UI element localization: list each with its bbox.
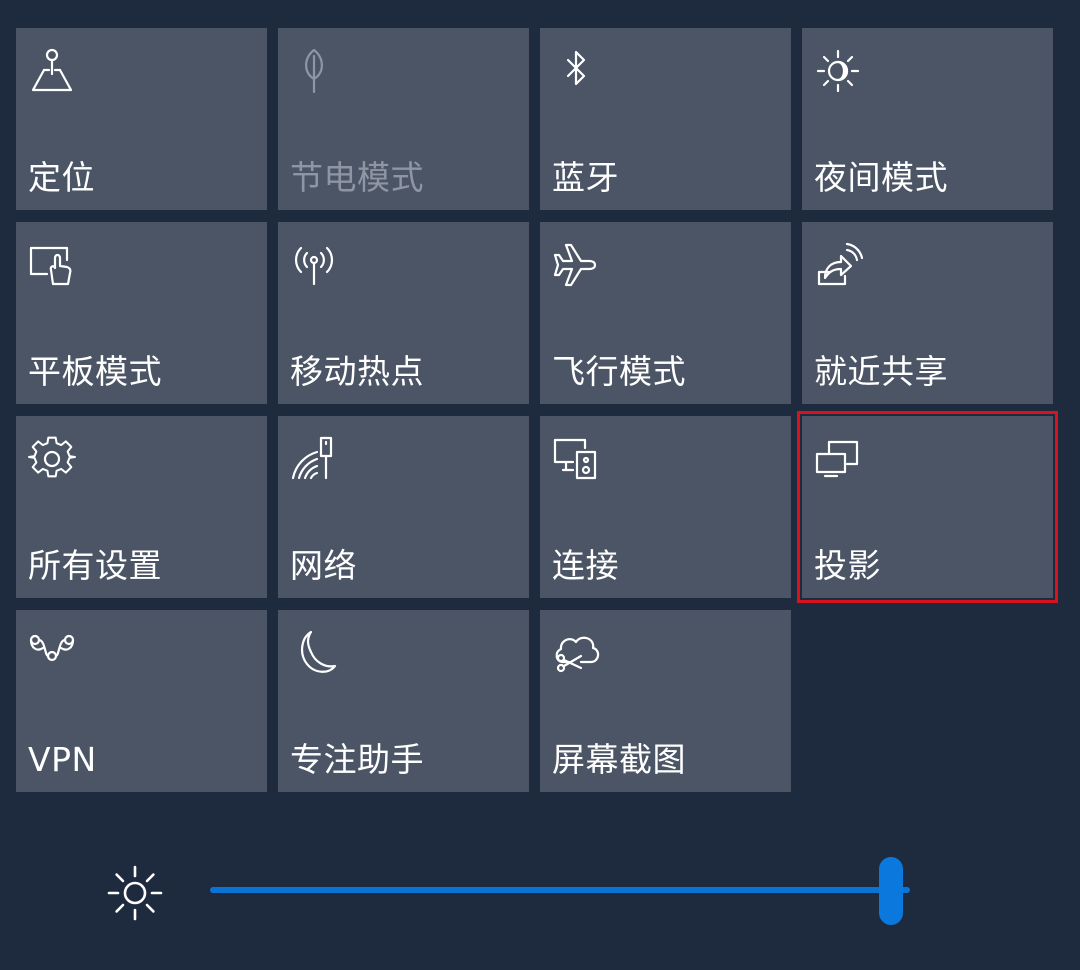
tile-label: 连接 [552,546,619,585]
tile-vpn[interactable]: VPN [16,610,267,792]
tile-bluetooth[interactable]: 蓝牙 [540,28,791,210]
tile-location[interactable]: 定位 [16,28,267,210]
tile-label: 节电模式 [290,158,424,197]
tile-label: 移动热点 [290,352,424,391]
tablet-mode-icon [27,240,77,290]
brightness-slider-thumb[interactable] [879,857,904,925]
tile-night-light[interactable]: 夜间模式 [802,28,1053,210]
brightness-slider-track[interactable] [210,887,910,893]
moon-icon [289,628,339,678]
tile-label: 专注助手 [290,740,424,779]
battery-saver-icon [289,46,339,96]
location-icon [27,46,77,96]
tile-label: 投影 [814,546,881,585]
tile-label: 屏幕截图 [552,740,686,779]
tile-airplane-mode[interactable]: 飞行模式 [540,222,791,404]
airplane-icon [551,240,601,290]
bluetooth-icon [551,46,601,96]
tile-battery-saver[interactable]: 节电模式 [278,28,529,210]
tile-project[interactable]: 投影 [797,411,1058,603]
quick-actions-grid: 定位 节电模式 蓝牙 夜间模式 平板模式 移动热点 飞行模式 就近共享 所有设置… [16,28,1058,792]
tile-label: 就近共享 [814,352,948,391]
tile-label: 网络 [290,546,357,585]
gear-icon [27,434,77,484]
network-icon [289,434,339,484]
night-light-icon [813,46,863,96]
tile-label: 所有设置 [28,546,162,585]
tile-label: 定位 [28,158,95,197]
tile-network[interactable]: 网络 [278,416,529,598]
brightness-control [0,845,1080,935]
tile-screen-snip[interactable]: 屏幕截图 [540,610,791,792]
tile-focus-assist[interactable]: 专注助手 [278,610,529,792]
connect-icon [551,434,601,484]
tile-label: 蓝牙 [552,158,619,197]
mobile-hotspot-icon [289,240,339,290]
project-icon [813,434,863,484]
tile-all-settings[interactable]: 所有设置 [16,416,267,598]
vpn-icon [27,628,77,678]
tile-label: 飞行模式 [552,352,686,391]
tile-label: 夜间模式 [814,158,948,197]
snip-icon [551,628,601,678]
tile-nearby-sharing[interactable]: 就近共享 [802,222,1053,404]
nearby-share-icon [813,240,863,290]
tile-connect[interactable]: 连接 [540,416,791,598]
brightness-sun-icon [104,862,166,924]
tile-label: 平板模式 [28,352,162,391]
tile-tablet-mode[interactable]: 平板模式 [16,222,267,404]
tile-label: VPN [28,740,97,779]
tile-mobile-hotspot[interactable]: 移动热点 [278,222,529,404]
